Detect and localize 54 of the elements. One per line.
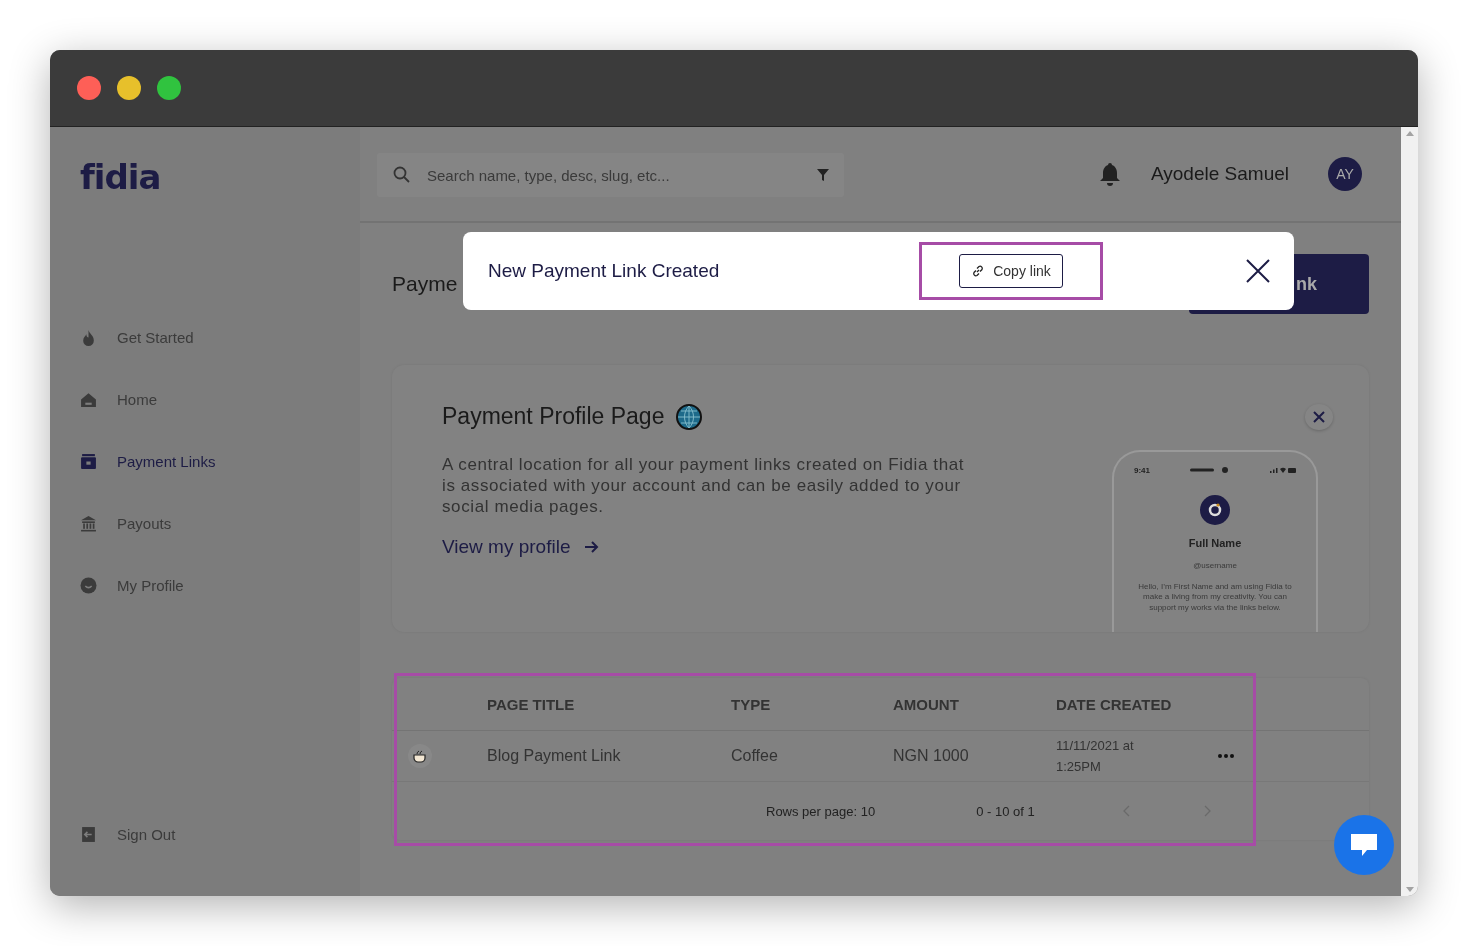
user-name: Ayodele Samuel bbox=[1150, 163, 1289, 185]
sidebar-item[interactable]: Home bbox=[80, 387, 157, 411]
globe-icon bbox=[676, 403, 703, 430]
bell-icon[interactable] bbox=[1098, 162, 1121, 186]
avatar[interactable]: AY bbox=[1328, 157, 1362, 191]
logo: fidia bbox=[80, 159, 161, 195]
arrow-right-icon bbox=[584, 540, 601, 554]
column-header: PAGE TITLE bbox=[487, 695, 576, 713]
notch-icon bbox=[1190, 466, 1230, 474]
scrollbar[interactable] bbox=[1401, 127, 1418, 896]
phone-full-name: Full Name bbox=[1188, 536, 1242, 549]
page-range: 0 - 10 of 1 bbox=[976, 803, 1035, 819]
table-cell-text: NGN 1000 bbox=[893, 747, 970, 765]
phone-username: @username bbox=[1193, 560, 1237, 570]
more-icon[interactable] bbox=[1216, 751, 1236, 761]
chat-button[interactable] bbox=[1334, 815, 1394, 875]
filter-icon[interactable] bbox=[816, 168, 830, 182]
close-icon bbox=[1313, 410, 1325, 423]
rows-per-page[interactable]: Rows per page: 10 bbox=[766, 803, 876, 819]
chat-icon[interactable] bbox=[1349, 832, 1379, 858]
profile-avatar-icon bbox=[1200, 494, 1230, 525]
close-button[interactable] bbox=[1305, 404, 1333, 430]
home-icon bbox=[80, 390, 97, 408]
sidebar-item[interactable]: Payment Links bbox=[80, 449, 216, 473]
column-header: DATE CREATED bbox=[1056, 695, 1173, 713]
sidebar-item[interactable]: Payouts bbox=[80, 511, 172, 535]
search-input[interactable]: Search name, type, desc, slug, etc... bbox=[425, 165, 802, 185]
column-header: TYPE bbox=[731, 695, 772, 713]
page-title: Payme bbox=[392, 272, 458, 296]
sidebar-item[interactable]: My Profile bbox=[80, 573, 184, 597]
sidebar-item[interactable]: Get Started bbox=[80, 325, 194, 349]
close-icon[interactable] bbox=[1246, 259, 1270, 283]
sign-out-item[interactable]: Sign Out bbox=[80, 822, 176, 846]
card-description: A central location for all your payment links created on Fidia that is associated with your account and can be easily added to your social media pages. bbox=[442, 454, 966, 517]
copy-link-button[interactable]: Copy link bbox=[959, 254, 1063, 288]
minimize-icon[interactable] bbox=[117, 76, 141, 100]
card-title: Payment Profile Page bbox=[442, 403, 665, 430]
zoom-icon[interactable] bbox=[157, 76, 181, 100]
table-cell-text: 11/11/2021 at 1:25PM bbox=[1056, 737, 1135, 776]
wallet-icon bbox=[80, 452, 97, 470]
column-header: AMOUNT bbox=[893, 695, 960, 713]
table-cell-text: Coffee bbox=[731, 747, 779, 765]
search-icon bbox=[393, 166, 411, 184]
phone-time: 9:41 bbox=[1134, 465, 1150, 475]
bank-icon bbox=[80, 514, 97, 532]
table-cell-text: Blog Payment Link bbox=[487, 747, 622, 765]
status-icons bbox=[1270, 466, 1296, 474]
cup-icon bbox=[408, 744, 432, 768]
exit-icon bbox=[80, 825, 97, 843]
link-icon bbox=[971, 264, 986, 278]
view-profile-link[interactable]: View my profile bbox=[442, 536, 601, 558]
toast-message: New Payment Link Created bbox=[488, 260, 721, 282]
search-field[interactable]: Search name, type, desc, slug, etc... bbox=[377, 153, 844, 197]
smiley-icon bbox=[80, 576, 97, 594]
